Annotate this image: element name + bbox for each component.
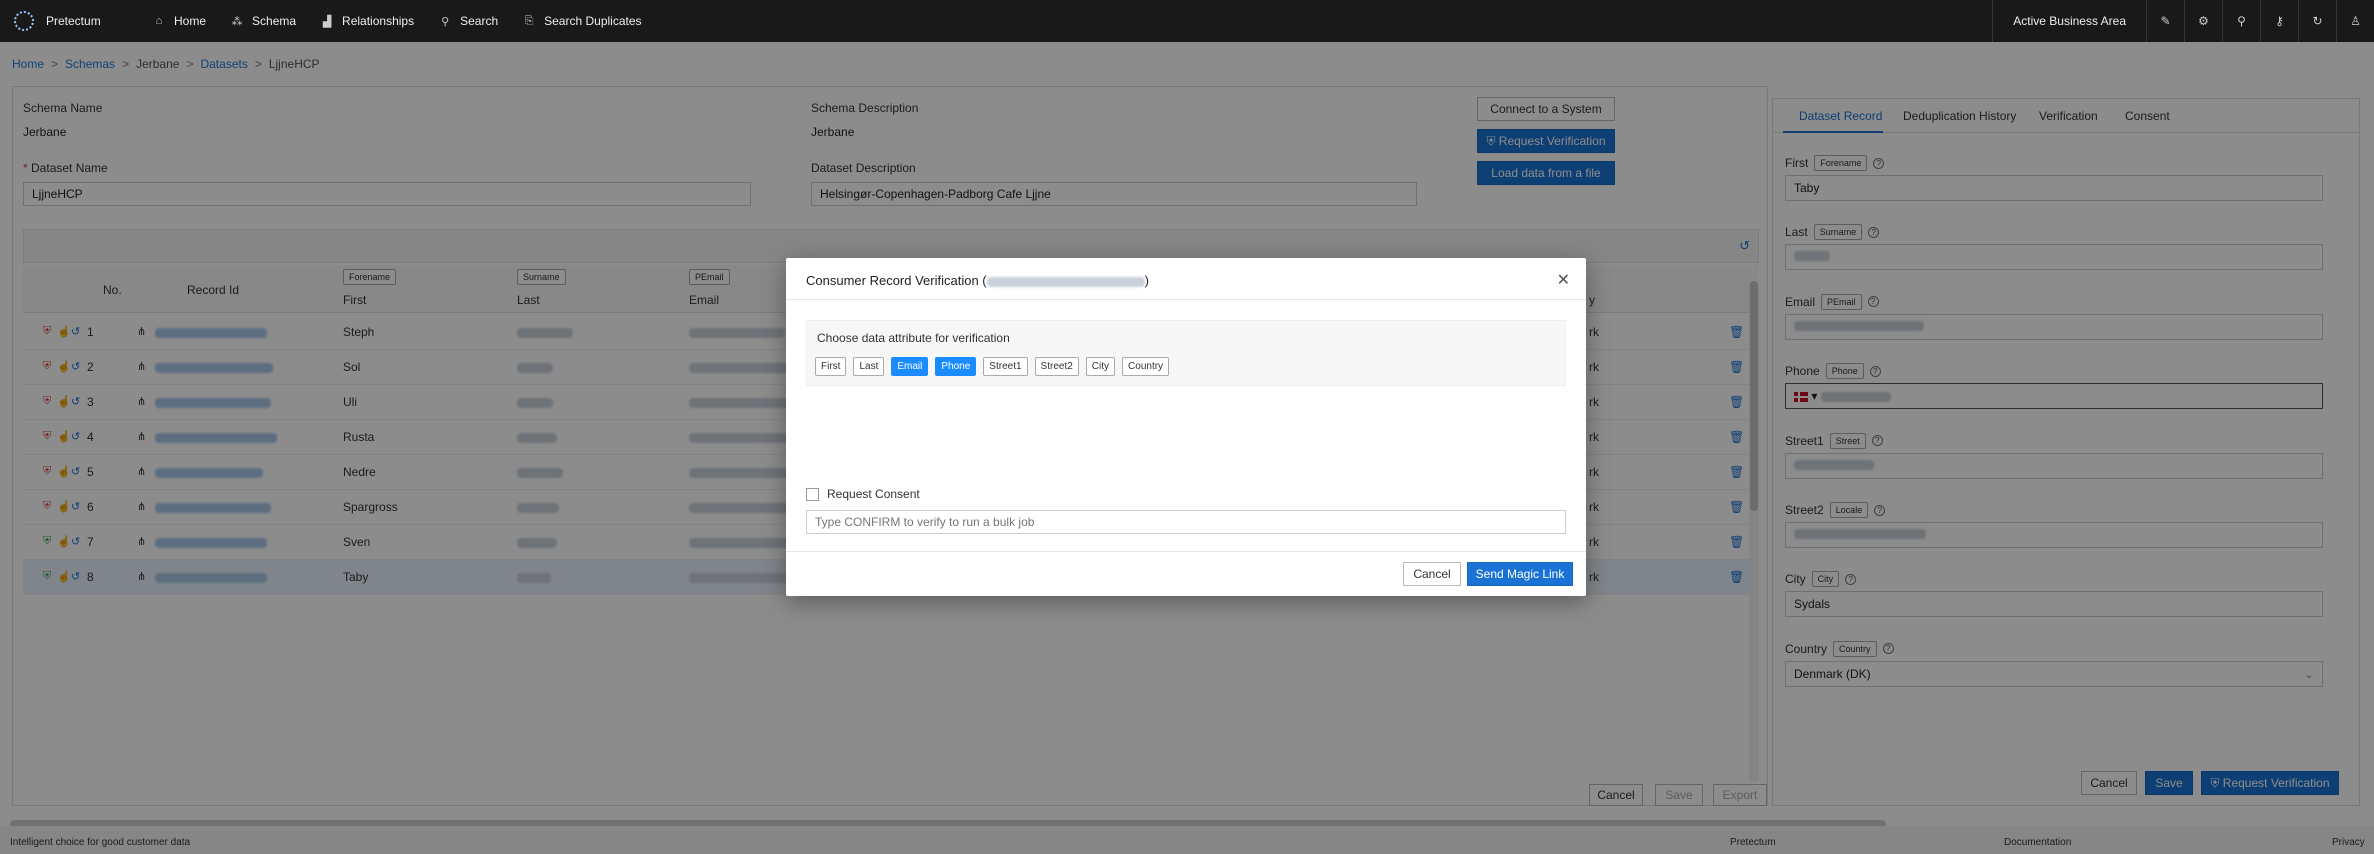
attribute-chips: First Last Email Phone Street1 Street2 City Cou… — [815, 357, 1170, 376]
brand[interactable]: Pretectum — [0, 0, 140, 42]
close-icon[interactable]: ✕ — [1557, 270, 1570, 290]
modal-title-end: ) — [1144, 273, 1149, 288]
modal-cancel-button[interactable]: Cancel — [1403, 562, 1461, 586]
attribute-chip-country[interactable]: Country — [1122, 357, 1170, 376]
nav-search[interactable]: ⚲ Search — [426, 0, 510, 42]
modal-title: Consumer Record Verification () — [806, 273, 1149, 288]
attribute-chip-first[interactable]: First — [815, 357, 847, 376]
pretectum-logo-icon — [14, 11, 34, 31]
attribute-chip-street2[interactable]: Street2 — [1034, 357, 1079, 376]
attribute-chip-city[interactable]: City — [1085, 357, 1116, 376]
nav-search-duplicates-label: Search Duplicates — [544, 14, 642, 28]
attribute-chip-email[interactable]: Email — [891, 357, 929, 376]
nav-search-duplicates[interactable]: ⎘ Search Duplicates — [510, 0, 653, 42]
nav-relationships-label: Relationships — [342, 14, 415, 28]
active-business-area[interactable]: Active Business Area — [1992, 0, 2146, 42]
nav-schema-label: Schema — [252, 14, 297, 28]
send-magic-link-button[interactable]: Send Magic Link — [1467, 562, 1573, 586]
modal-header: Consumer Record Verification () ✕ — [786, 258, 1586, 300]
confirm-input[interactable] — [806, 510, 1566, 534]
nav-right: Active Business Area ✎ ⚙ ⚲ ⚷ ↻ ♙ — [1992, 0, 2374, 42]
brand-name: Pretectum — [46, 14, 101, 28]
redacted-email — [986, 276, 1145, 287]
home-icon: ⌂ — [155, 15, 163, 27]
relationships-icon: ▟ — [322, 15, 332, 28]
modal-footer: Cancel Send Magic Link — [786, 551, 1586, 596]
user-icon[interactable]: ♙ — [2336, 0, 2374, 42]
checkbox-icon[interactable] — [806, 487, 819, 501]
attribute-chip-street1[interactable]: Street1 — [983, 357, 1028, 376]
attribute-selector: Choose data attribute for verification F… — [806, 320, 1566, 386]
nav-relationships[interactable]: ▟ Relationships — [308, 0, 426, 42]
search-icon: ⚲ — [441, 15, 450, 28]
attribute-selector-title: Choose data attribute for verification — [817, 331, 1010, 345]
wrench-icon[interactable]: ✎ — [2146, 0, 2184, 42]
top-nav: Pretectum ⌂ Home ⁂ Schema ▟ Relationships ⚲… — [0, 0, 2374, 42]
request-consent-label: Request Consent — [827, 487, 920, 501]
search-icon[interactable]: ⚲ — [2222, 0, 2260, 42]
search-duplicates-icon: ⎘ — [524, 14, 534, 27]
schema-icon: ⁂ — [231, 15, 243, 28]
nav-search-label: Search — [460, 14, 499, 28]
refresh-icon[interactable]: ↻ — [2298, 0, 2336, 42]
modal-title-text: Consumer Record Verification ( — [806, 273, 987, 288]
verification-modal: Consumer Record Verification () ✕ Choose… — [786, 258, 1586, 596]
attribute-chip-last[interactable]: Last — [853, 357, 885, 376]
nav-home-label: Home — [174, 14, 207, 28]
key-icon[interactable]: ⚷ — [2260, 0, 2298, 42]
attribute-chip-phone[interactable]: Phone — [935, 357, 977, 376]
nav-schema[interactable]: ⁂ Schema — [218, 0, 308, 42]
nav-home[interactable]: ⌂ Home — [140, 0, 218, 42]
gear-icon[interactable]: ⚙ — [2184, 0, 2222, 42]
request-consent-checkbox[interactable]: Request Consent — [806, 487, 920, 501]
